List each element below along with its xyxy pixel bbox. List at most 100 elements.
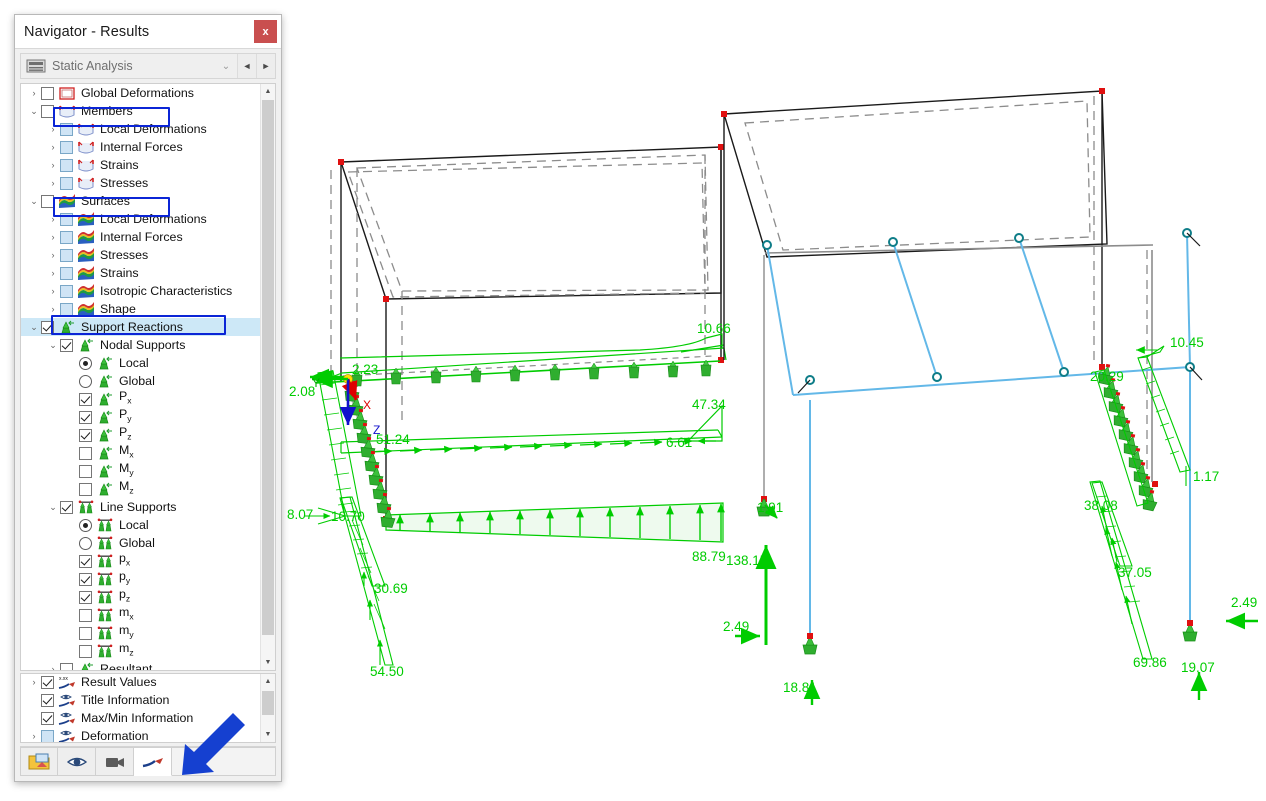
tree-item-m[interactable]: My: [21, 461, 260, 480]
navigator-tabs[interactable]: [20, 746, 276, 776]
scroll-up-button[interactable]: ▲: [261, 84, 275, 99]
tree-item-nodal-supports[interactable]: ⌄ Nodal Supports: [21, 336, 260, 354]
tree-item-internal-forces[interactable]: › Internal Forces: [21, 138, 260, 156]
tree-item-m[interactable]: mx: [21, 605, 260, 624]
tree-item-global-deformations[interactable]: › Global Deformations: [21, 84, 260, 102]
checkbox[interactable]: [41, 104, 54, 118]
checkbox[interactable]: [60, 140, 73, 154]
tree-item-m[interactable]: Mz: [21, 479, 260, 498]
tree-item-surfaces[interactable]: ⌄ Surfaces: [21, 192, 260, 210]
checkbox[interactable]: [60, 266, 73, 280]
tree-item-shape[interactable]: › Shape: [21, 300, 260, 318]
chevron-down-icon[interactable]: ⌄: [27, 106, 41, 116]
chevron-down-icon[interactable]: ⌄: [46, 502, 60, 512]
checkbox[interactable]: [60, 338, 73, 352]
tree-item-m[interactable]: Mx: [21, 443, 260, 462]
checkbox[interactable]: [60, 176, 73, 190]
tree-item-isotropic-characteristics[interactable]: › Isotropic Characteristics: [21, 282, 260, 300]
tree-item-strains[interactable]: › Strains: [21, 156, 260, 174]
tree-item-members[interactable]: ⌄ Members: [21, 102, 260, 120]
chevron-right-icon[interactable]: ›: [27, 732, 41, 741]
navigator-results-panel[interactable]: Navigator - Results x Static Analysis ⌄ …: [14, 14, 282, 782]
checkbox[interactable]: [60, 662, 73, 670]
radio-button[interactable]: [79, 374, 92, 388]
tree-item-strains[interactable]: › Strains: [21, 264, 260, 282]
checkbox[interactable]: [79, 446, 92, 460]
checkbox[interactable]: [60, 212, 73, 226]
tree-item-m[interactable]: mz: [21, 641, 260, 660]
scroll-down-button[interactable]: ▼: [261, 655, 275, 670]
checkbox[interactable]: [41, 86, 54, 100]
tree-scrollbar[interactable]: ▲ ▼: [260, 84, 275, 670]
checkbox[interactable]: [60, 500, 73, 514]
analysis-type-combo[interactable]: Static Analysis ⌄ ◄ ►: [20, 53, 276, 79]
checkbox[interactable]: [60, 302, 73, 316]
tree-item-line-supports[interactable]: ⌄ Line Supports: [21, 498, 260, 516]
checkbox[interactable]: [79, 608, 92, 622]
tree-item-local-deformations[interactable]: › Local Deformations: [21, 120, 260, 138]
checkbox[interactable]: [60, 158, 73, 172]
checkbox[interactable]: [41, 320, 54, 334]
chevron-right-icon[interactable]: ›: [46, 304, 60, 314]
tree-item-global[interactable]: Global: [21, 534, 260, 552]
chevron-down-icon[interactable]: ⌄: [27, 196, 41, 206]
views-navigator-tab[interactable]: [96, 747, 134, 776]
tree-item-m[interactable]: my: [21, 623, 260, 642]
chevron-down-icon[interactable]: ⌄: [215, 61, 237, 72]
scroll-thumb[interactable]: [262, 100, 274, 635]
tree-item-max-min-information[interactable]: Max/Min Information: [21, 710, 260, 728]
chevron-right-icon[interactable]: ›: [27, 678, 41, 687]
tree-item-deformation[interactable]: › Deformation: [21, 728, 260, 742]
chevron-right-icon[interactable]: ›: [46, 664, 60, 670]
tree-item-p[interactable]: Pz: [21, 425, 260, 444]
next-button[interactable]: ►: [256, 54, 275, 78]
tree-item-local[interactable]: Local: [21, 516, 260, 534]
tree-item-local[interactable]: Local: [21, 354, 260, 372]
checkbox[interactable]: [60, 122, 73, 136]
chevron-down-icon[interactable]: ⌄: [27, 322, 41, 332]
checkbox[interactable]: [60, 230, 73, 244]
checkbox[interactable]: [79, 572, 92, 586]
display-options-tree[interactable]: › x.xx Result Values Title Information Max/M…: [21, 674, 260, 742]
display-navigator-tab[interactable]: [58, 747, 96, 776]
checkbox[interactable]: [79, 554, 92, 568]
checkbox[interactable]: [60, 248, 73, 262]
tree-item-stresses[interactable]: › Stresses: [21, 246, 260, 264]
tree-item-resultant[interactable]: › Resultant: [21, 660, 260, 670]
project-navigator-tab[interactable]: [20, 747, 58, 776]
results-navigator-tab[interactable]: [134, 747, 172, 776]
tree-item-stresses[interactable]: › Stresses: [21, 174, 260, 192]
checkbox[interactable]: [79, 482, 92, 496]
chevron-right-icon[interactable]: ›: [46, 250, 60, 260]
tree-item-local-deformations[interactable]: › Local Deformations: [21, 210, 260, 228]
checkbox[interactable]: [79, 428, 92, 442]
tree-item-p[interactable]: Px: [21, 389, 260, 408]
radio-button[interactable]: [79, 356, 92, 370]
display-scroll-thumb[interactable]: [262, 690, 274, 715]
tree-item-title-information[interactable]: Title Information: [21, 692, 260, 710]
tree-item-global[interactable]: Global: [21, 372, 260, 390]
chevron-right-icon[interactable]: ›: [46, 286, 60, 296]
display-tree-scrollbar[interactable]: ▲ ▼: [260, 673, 275, 742]
chevron-right-icon[interactable]: ›: [46, 160, 60, 170]
tree-item-p[interactable]: pz: [21, 587, 260, 606]
checkbox[interactable]: [41, 730, 54, 742]
display-options-tree-pane[interactable]: › x.xx Result Values Title Information Max/M…: [20, 672, 276, 743]
tree-item-internal-forces[interactable]: › Internal Forces: [21, 228, 260, 246]
tree-item-support-reactions[interactable]: ⌄ Support Reactions: [21, 318, 260, 336]
chevron-right-icon[interactable]: ›: [46, 214, 60, 224]
radio-button[interactable]: [79, 536, 92, 550]
checkbox[interactable]: [41, 194, 54, 208]
results-tree-pane[interactable]: › Global Deformations ⌄ Members › Local Defor…: [20, 83, 276, 671]
checkbox[interactable]: [79, 410, 92, 424]
tree-item-p[interactable]: px: [21, 551, 260, 570]
radio-button[interactable]: [79, 518, 92, 532]
tree-item-p[interactable]: py: [21, 569, 260, 588]
chevron-right-icon[interactable]: ›: [46, 124, 60, 134]
checkbox[interactable]: [79, 590, 92, 604]
chevron-right-icon[interactable]: ›: [46, 178, 60, 188]
checkbox[interactable]: [79, 644, 92, 658]
chevron-right-icon[interactable]: ›: [46, 232, 60, 242]
prev-button[interactable]: ◄: [237, 54, 256, 78]
checkbox[interactable]: [41, 712, 54, 726]
